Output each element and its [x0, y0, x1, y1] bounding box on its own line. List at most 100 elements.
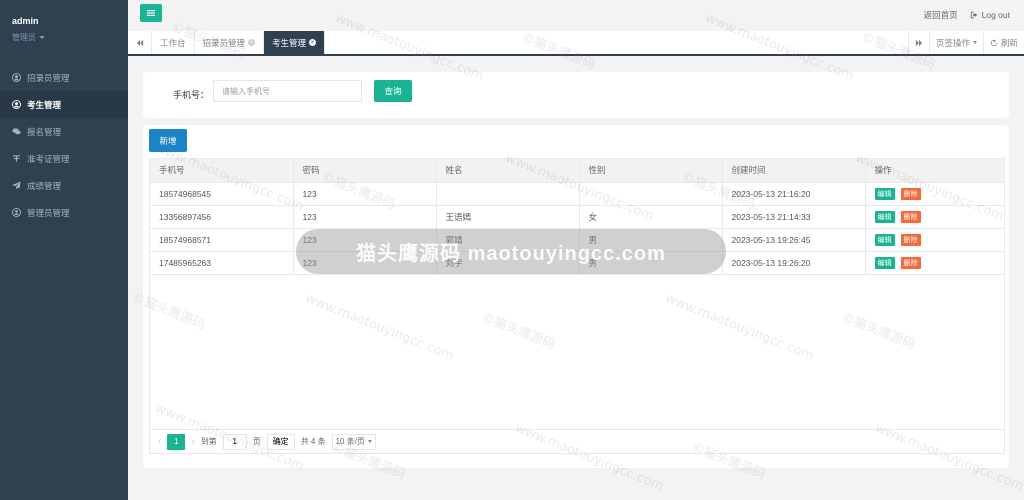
sidebar-item-5[interactable]: 管理员管理 [0, 199, 128, 226]
sidebar-item-label: 招录员管理 [27, 72, 70, 83]
column-header[interactable]: 密码 [293, 159, 437, 183]
refresh-label: 刷新 [1000, 37, 1018, 48]
comments-icon [12, 127, 21, 136]
top-right-links: 返回首页 Log out [924, 9, 1010, 21]
row-actions: 编辑 删除 [874, 233, 1005, 246]
phone-label: 手机号： [173, 90, 210, 100]
tab-label: 招录员管理 [202, 37, 246, 48]
column-header[interactable]: 手机号 [150, 159, 294, 183]
table-body: 18574968545 123 2023-05-13 21:16:20 编辑 删除 133… [150, 182, 1005, 275]
sidebar-item-0[interactable]: 招录员管理 [0, 64, 128, 91]
cell-sex: 男 [579, 251, 723, 275]
page-size-label: 10 条/页 [335, 437, 365, 446]
double-chevron-left-icon [136, 39, 143, 46]
edit-button[interactable]: 编辑 [874, 210, 895, 223]
tab-0[interactable]: 工作台 [152, 31, 195, 54]
user-circle-icon [12, 73, 21, 82]
cell-sex: 女 [579, 205, 723, 229]
cell-actions: 编辑 删除 [865, 251, 1005, 275]
current-page[interactable]: 1 [167, 433, 186, 450]
close-tab-icon[interactable]: × [248, 39, 256, 46]
cell-actions: 编辑 删除 [865, 228, 1005, 252]
goto-suffix: 页 [252, 437, 261, 446]
user-circle-icon [12, 100, 21, 109]
cell-phone: 18574968571 [150, 228, 294, 252]
delete-button[interactable]: 删除 [900, 187, 921, 200]
search-button[interactable]: 查询 [374, 80, 412, 102]
page-ops-dropdown[interactable]: 页签操作 [928, 31, 983, 54]
row-actions: 编辑 删除 [874, 187, 1005, 200]
refresh-icon [990, 38, 998, 46]
user-icon [12, 208, 21, 217]
cell-phone: 13356897456 [150, 205, 294, 229]
table-row: 13356897456 123 王语嫣女 2023-05-13 21:14:33 编辑删… [150, 205, 1005, 229]
cell-name: 郭靖 [436, 228, 580, 252]
double-chevron-right-icon [915, 39, 923, 46]
add-button[interactable]: 新增 [149, 129, 187, 152]
cell-created: 2023-05-13 21:14:33 [722, 205, 866, 229]
edit-button[interactable]: 编辑 [874, 187, 895, 200]
column-header[interactable]: 创建时间 [722, 159, 866, 183]
row-actions: 编辑 删除 [874, 256, 1005, 269]
sign-out-icon [970, 11, 977, 19]
cell-sex [579, 182, 723, 206]
data-table: 手机号 密码 姓名 性别 创建时间 操作 18574968545 123 2023-05-13… [149, 158, 1005, 430]
table-row: 17485965263 123 刘宇男 2023-05-13 19:26:20 编辑 删除 [150, 251, 1005, 275]
cell-created: 2023-05-13 19:26:45 [722, 228, 866, 252]
edit-button[interactable]: 编辑 [874, 256, 895, 269]
page-ops-label: 页签操作 [935, 37, 970, 48]
sidebar-item-label: 报名管理 [27, 126, 62, 137]
cell-actions: 编辑 删除 [865, 182, 1005, 206]
search-panel: 手机号： 查询 [143, 72, 1009, 118]
sidebar-item-label: 考生管理 [27, 99, 62, 110]
goto-confirm-button[interactable]: 确定 [266, 433, 295, 450]
menu-toggle-button[interactable] [140, 4, 162, 22]
sidebar-nav: 招录员管理考生管理报名管理准考证管理 成绩管理 管理员管理 [0, 64, 128, 226]
delete-button[interactable]: 删除 [900, 256, 921, 269]
cell-name: 王语嫣 [436, 205, 580, 229]
refresh-button[interactable]: 刷新 [982, 31, 1024, 54]
table-row: 18574968571 123 郭靖男 2023-05-13 19:26:45 编辑 删除 [150, 228, 1005, 252]
total-count: 共 4 条 [300, 437, 326, 446]
next-page-icon[interactable]: › [191, 436, 194, 447]
goto-page-input[interactable] [222, 433, 247, 450]
page-size-select[interactable]: 10 条/页 [331, 433, 376, 450]
column-header[interactable]: 姓名 [436, 159, 580, 183]
tab-label: 考生管理 [272, 37, 307, 48]
goto-prefix: 到第 [200, 437, 217, 446]
role-dropdown[interactable]: 管理员 [12, 32, 116, 43]
tab-1[interactable]: 招录员管理 × [195, 31, 265, 54]
delete-button[interactable]: 删除 [900, 233, 921, 246]
edit-button[interactable]: 编辑 [874, 233, 895, 246]
ticket-icon [12, 154, 21, 163]
column-header[interactable]: 操作 [865, 159, 1004, 183]
cell-sex: 男 [579, 228, 723, 252]
caret-down-icon [367, 440, 372, 443]
tabs-bar: 工作台 招录员管理 × 考生管理 × 页签操作 刷新 [128, 31, 1024, 56]
row-actions: 编辑 删除 [874, 210, 1005, 223]
sidebar-item-4[interactable]: 成绩管理 [0, 172, 128, 199]
role-label: 管理员 [12, 33, 36, 42]
sidebar-item-3[interactable]: 准考证管理 [0, 145, 128, 172]
table-panel: 新增 手机号 密码 姓名 性别 创建时间 操作 18574968545 123 2023-05… [143, 125, 1009, 468]
sidebar-item-2[interactable]: 报名管理 [0, 118, 128, 145]
logout-link[interactable]: Log out [970, 9, 1010, 21]
tab-scroll-left-button[interactable] [128, 31, 152, 54]
phone-search-input[interactable] [213, 80, 362, 102]
delete-button[interactable]: 删除 [900, 210, 921, 223]
table-header-row: 手机号 密码 姓名 性别 创建时间 操作 [150, 159, 1004, 183]
close-tab-icon[interactable]: × [309, 39, 317, 46]
cell-password: 123 [293, 251, 437, 275]
tab-label: 工作台 [160, 37, 186, 48]
cell-phone: 18574968545 [150, 182, 294, 206]
username[interactable]: admin [12, 16, 116, 26]
prev-page-icon[interactable]: ‹ [158, 436, 161, 447]
tab-2[interactable]: 考生管理 × [264, 31, 326, 54]
cell-name: 刘宇 [436, 251, 580, 275]
cell-name [436, 182, 580, 206]
sidebar-item-1[interactable]: 考生管理 [0, 91, 128, 118]
hamburger-icon [147, 10, 155, 16]
column-header[interactable]: 性别 [579, 159, 723, 183]
tab-scroll-right-button[interactable] [907, 31, 929, 54]
home-link[interactable]: 返回首页 [924, 9, 958, 21]
